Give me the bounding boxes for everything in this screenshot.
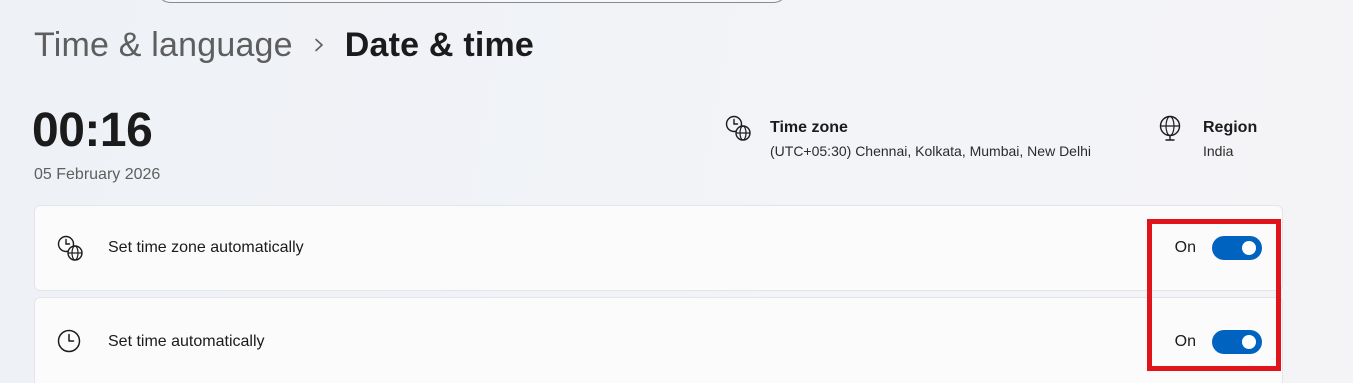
- time-zone-info[interactable]: Time zone (UTC+05:30) Chennai, Kolkata, …: [724, 115, 1091, 160]
- toggle-knob: [1242, 335, 1256, 349]
- search-box-edge[interactable]: [155, 0, 789, 3]
- region-title: Region: [1203, 119, 1258, 136]
- toggle-state-label: On: [1174, 239, 1196, 256]
- clock-icon: [55, 327, 85, 357]
- page-title: Date & time: [344, 25, 535, 64]
- setting-auto-time: Set time automatically On: [34, 297, 1283, 383]
- region-info[interactable]: Region India: [1157, 115, 1258, 160]
- globe-icon: [1157, 114, 1185, 142]
- current-time: 00:16: [32, 104, 153, 157]
- region-value: India: [1203, 143, 1234, 159]
- setting-label: Set time automatically: [108, 333, 265, 350]
- toggle-group: On: [1175, 236, 1262, 260]
- time-zone-title: Time zone: [770, 119, 848, 136]
- auto-time-toggle[interactable]: [1212, 330, 1262, 354]
- time-zone-value: (UTC+05:30) Chennai, Kolkata, Mumbai, Ne…: [770, 143, 1091, 159]
- breadcrumb-parent-link[interactable]: Time & language: [34, 26, 293, 65]
- auto-time-zone-toggle[interactable]: [1212, 236, 1262, 260]
- setting-label: Set time zone automatically: [108, 239, 304, 256]
- clock-globe-icon: [724, 114, 752, 142]
- chevron-right-icon: [293, 22, 345, 68]
- toggle-knob: [1242, 241, 1256, 255]
- toggle-state-label: On: [1174, 333, 1196, 350]
- setting-auto-time-zone: Set time zone automatically On: [34, 205, 1283, 291]
- current-date: 05 February 2026: [34, 166, 161, 183]
- breadcrumb: Time & language Date & time: [34, 22, 534, 68]
- clock-globe-icon: [55, 233, 85, 263]
- toggle-group: On: [1175, 330, 1262, 354]
